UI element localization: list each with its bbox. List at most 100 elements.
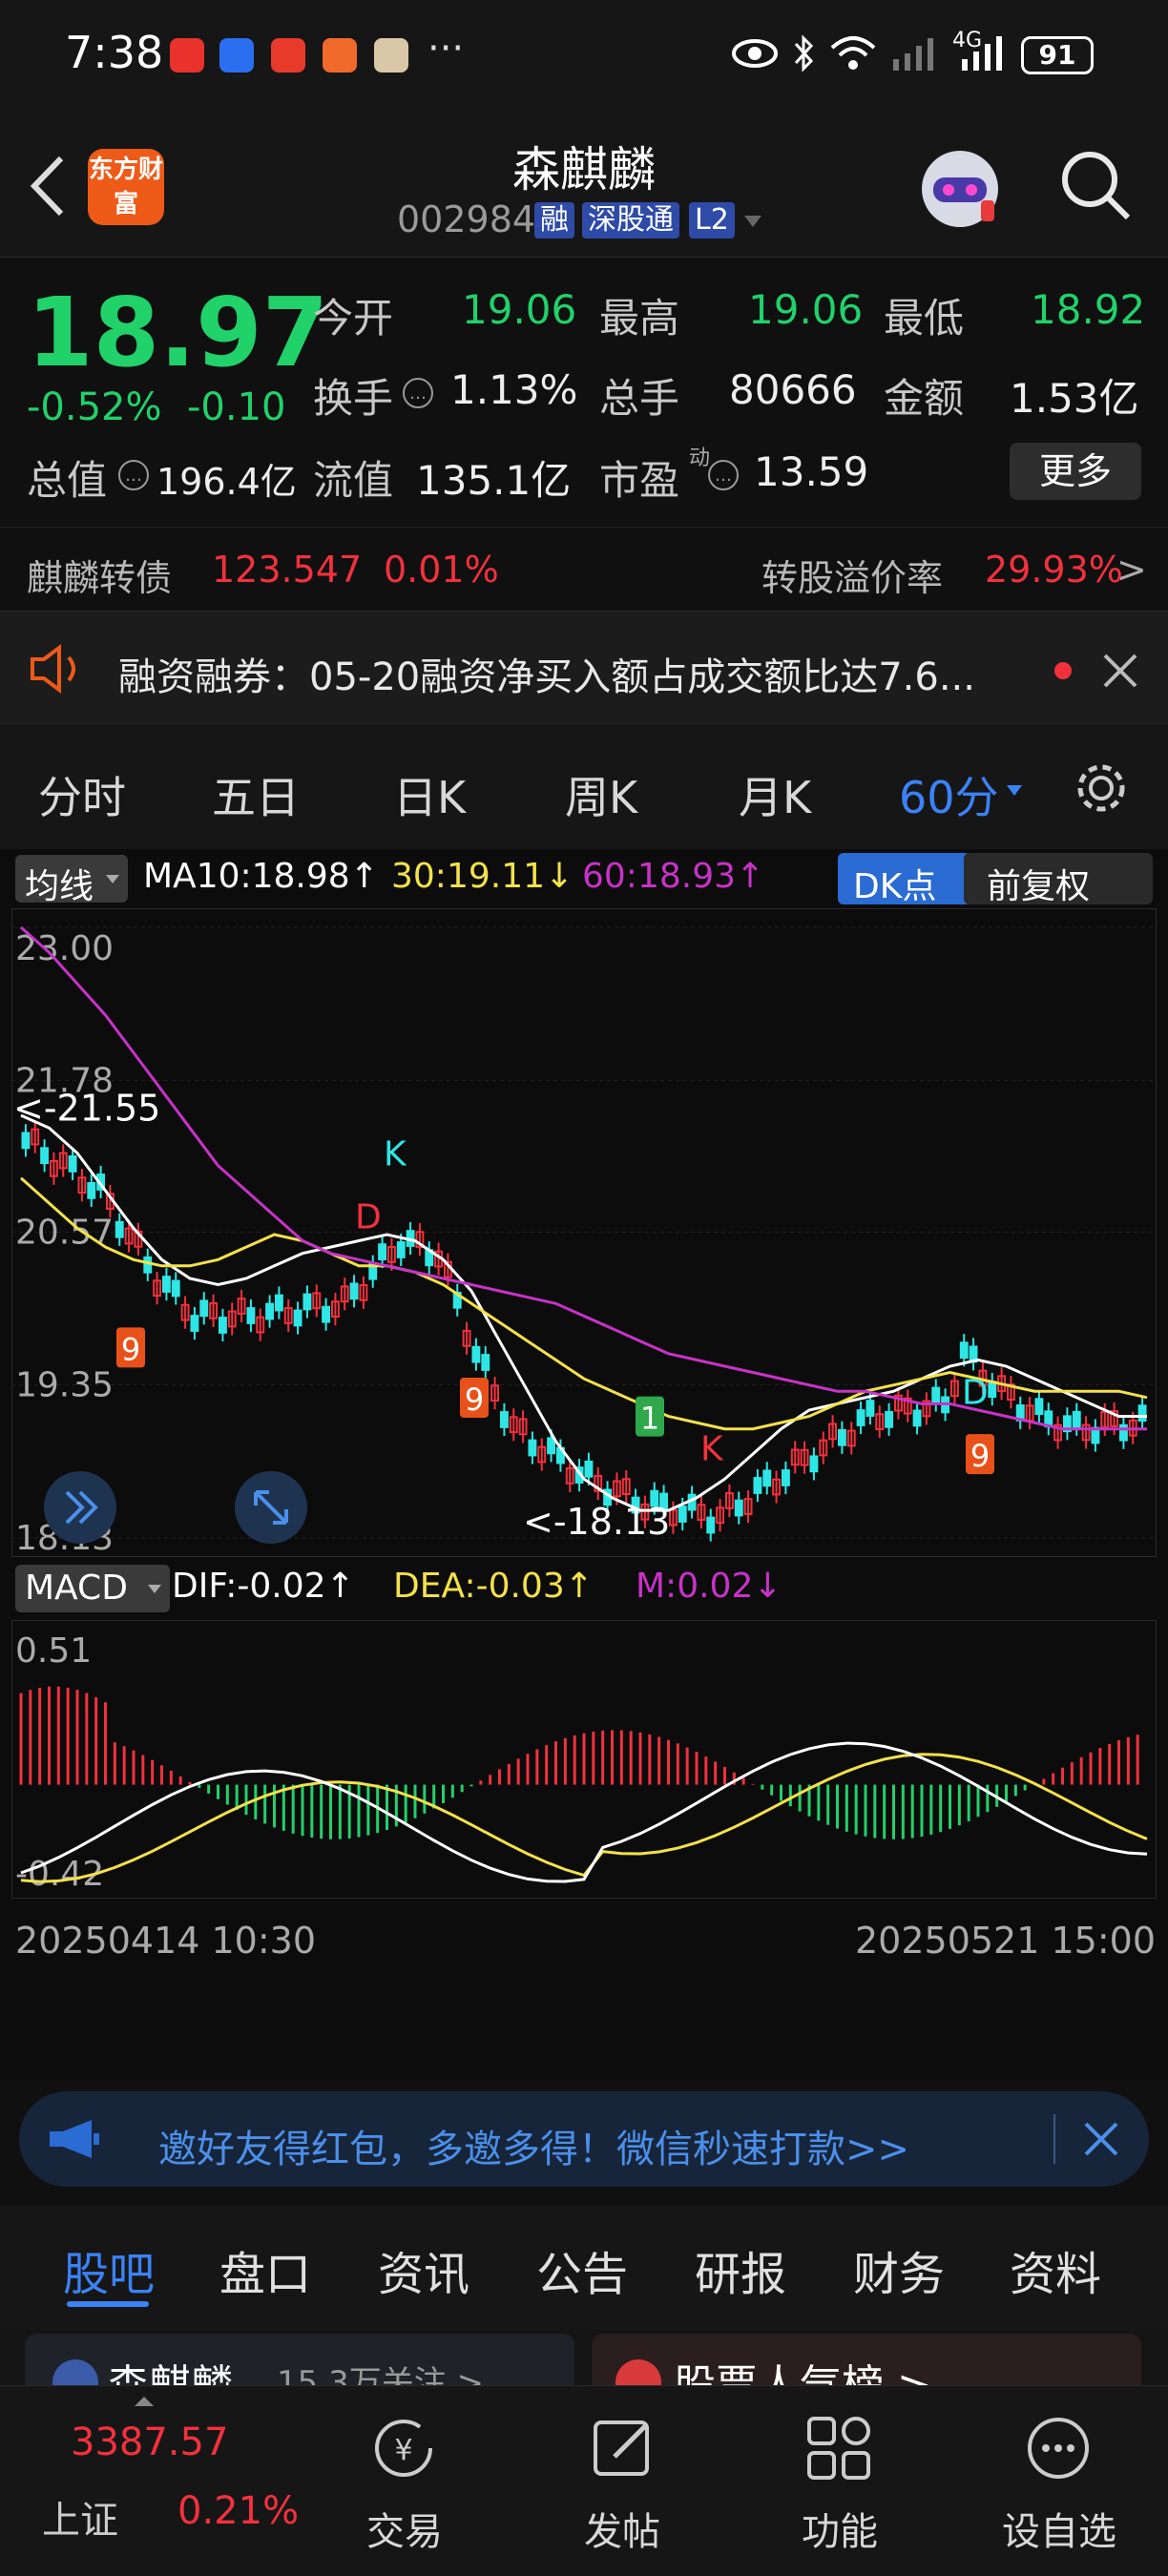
tab-announcements[interactable]: 公告 [536,2236,628,2303]
index-value: 3387.57 [71,2420,229,2464]
candle-body [885,1410,894,1428]
megaphone-icon [50,2120,99,2158]
wifi-icon [830,36,876,70]
shenzhen-connect-tag: 深股通 [582,202,679,239]
ma-dropdown-label: 均线 [25,867,94,906]
tab-financials[interactable]: 财务 [853,2236,945,2303]
float-cap-label: 流值 [313,457,394,504]
close-icon[interactable] [1082,2120,1120,2158]
clock: 7:38 [65,27,164,78]
search-icon[interactable] [1059,149,1132,221]
divider [1053,2114,1055,2164]
nav-functions[interactable]: 功能 [763,2386,916,2576]
convertible-bond-row[interactable]: 麒麟转债 123.547 0.01% 转股溢价率 29.93% > [0,527,1168,611]
tab-indicator [67,2301,149,2307]
x-axis-end: 20250521 15:00 [855,1920,1157,1962]
tab-guba[interactable]: 股吧 [63,2236,155,2303]
candle-body [21,1132,31,1150]
float-cap-value: 135.1亿 [416,457,572,504]
macd-dropdown[interactable]: MACD [15,1565,170,1612]
dropdown-icon[interactable] [742,214,763,229]
candle-body [988,1381,997,1399]
adjust-button-label: 前复权 [987,867,1091,906]
tab-research[interactable]: 研报 [695,2236,786,2303]
tab-five-day[interactable]: 五日 [212,763,300,826]
eye-icon [732,39,778,68]
nav-trade-label: 交易 [366,2510,443,2554]
popularity-card[interactable]: 股票人气榜 > [592,2334,1141,2391]
index-ticker[interactable]: 3387.57 上证 0.21% [0,2386,315,2576]
sequence-badge: 9 [966,1434,994,1475]
macd-chart[interactable]: 0.51-0.42 [11,1620,1157,1899]
macd-dea: DEA:-0.03↑ [393,1567,594,1606]
x-axis-start: 20250414 10:30 [15,1920,317,1962]
more-button[interactable]: 更多 [1010,443,1141,500]
candle-body [837,1428,846,1446]
open-value: 19.06 [462,286,577,333]
nav-add-watchlist[interactable]: 设自选 [983,2386,1136,2576]
content-tabs: 股吧 盘口 资讯 公告 研报 财务 资料 [0,2206,1168,2330]
kline-chart[interactable]: 23.0021.7820.5719.3518.13<-21.55<-18.13K… [11,908,1157,1557]
invite-banner[interactable]: 邀好友得红包，多邀多得！微信秒速打款>> [19,2091,1149,2187]
app-notification-icon [170,38,204,73]
dk-button[interactable]: DK点 [838,853,971,906]
tab-orderbook[interactable]: 盘口 [219,2236,311,2303]
tab-weekly-k[interactable]: 周K [565,763,637,826]
dropdown-icon [148,1585,161,1593]
candle-body [706,1516,716,1534]
settings-gear-icon[interactable] [1073,759,1130,817]
nav-post[interactable]: 发帖 [546,2386,699,2576]
expand-sidebar-button [44,1471,116,1544]
tab-intraday[interactable]: 分时 [38,763,126,826]
tab-60min[interactable]: 60分 [899,763,999,826]
candle-body [265,1302,275,1320]
candle-body [378,1243,387,1261]
tab-monthly-k[interactable]: 月K [739,763,811,826]
dk-button-label: DK点 [853,867,937,906]
info-icon[interactable]: … [116,458,151,492]
last-price: 18.97 [27,277,329,388]
candle-body [218,1317,227,1334]
unread-dot-icon [1054,662,1072,679]
macd-dif: DIF:-0.02↑ [172,1567,355,1606]
candle-body [190,1315,199,1332]
candle-body [866,1400,875,1417]
low-label: 最低 [884,295,965,342]
candle-body [471,1345,481,1363]
market-cap-label: 总值 [27,457,108,504]
candle-body [68,1154,77,1173]
stock-bar-card[interactable]: 森麒麟 15.3万关注 > [25,2334,574,2391]
robot-assistant-icon[interactable] [914,141,1006,233]
info-icon[interactable]: … [401,376,435,410]
speaker-icon [31,644,75,694]
edit-post-icon [594,2420,649,2476]
candle-body [161,1276,171,1293]
premium-value: 29.93% [985,549,1123,591]
chart-area[interactable]: 均线 MA10:18.98↑ 30:19.11↓ 60:18.93↑ DK点 前… [0,849,1168,2080]
bottom-nav: 3387.57 上证 0.21% ¥ 交易 发帖 功能 设自选 [0,2385,1168,2576]
dropdown-icon[interactable] [1006,784,1023,798]
nav-trade[interactable]: ¥ 交易 [328,2386,481,2576]
close-icon[interactable] [1099,650,1141,692]
info-icon[interactable]: … [706,458,740,492]
chevron-right-icon: > [1116,549,1147,591]
app-notification-icon [219,38,254,73]
tab-daily-k[interactable]: 日K [393,763,466,826]
candle-body [87,1182,96,1199]
ma-dropdown[interactable]: 均线 [15,855,128,906]
tab-news[interactable]: 资讯 [378,2236,469,2303]
notice-text: 融资融券：05-20融资净买入额占成交额比达7.6... [118,655,975,699]
high-value: 19.06 [748,286,864,333]
signal-icon [962,36,1002,71]
tab-profile[interactable]: 资料 [1010,2236,1101,2303]
stock-header: 东方财富 森麒麟 002984 融 深股通 L2 [0,114,1168,258]
candle-body [678,1506,687,1523]
adjust-button[interactable]: 前复权 [964,853,1153,906]
notice-bar[interactable]: 融资融券：05-20融资净买入额占成交额比达7.6... [0,611,1168,725]
bond-price: 123.547 [212,549,363,591]
stock-code: 002984 [397,198,536,240]
svg-text:¥: ¥ [394,2434,412,2467]
low-marker: <-18.13 [523,1501,670,1543]
period-tabs: 分时 五日 日K 周K 月K 60分 [0,725,1168,849]
candle-body [199,1299,209,1318]
